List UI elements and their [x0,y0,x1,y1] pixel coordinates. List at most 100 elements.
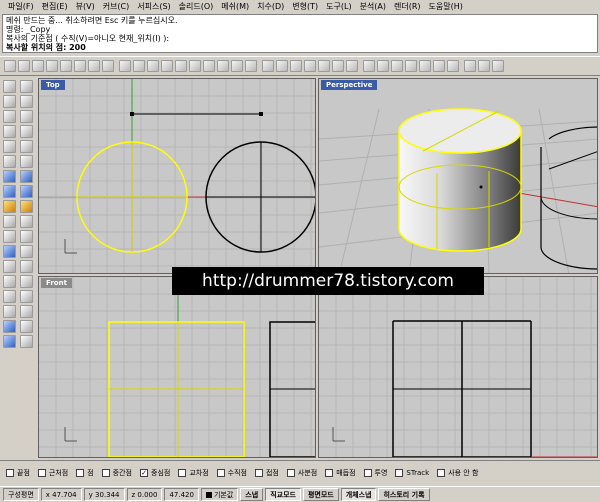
osnap-point[interactable]: 점 [76,468,94,478]
ortho-toggle[interactable]: 직교모드 [265,488,301,501]
zoom-selected-icon[interactable] [217,60,229,72]
select-all-icon[interactable] [262,60,274,72]
viewport-front[interactable]: Front [38,276,316,458]
cut-icon[interactable] [60,60,72,72]
lock-icon[interactable] [332,60,344,72]
zoom-window-icon[interactable] [189,60,201,72]
render-tool-icon[interactable] [3,335,16,348]
ellipse-icon[interactable] [3,155,16,168]
delete-icon[interactable] [102,60,114,72]
osnap-end[interactable]: 끝점 [6,468,30,478]
osnap-checkbox[interactable] [76,468,85,477]
osnap-tangent[interactable]: 접점 [254,468,279,478]
polygon-icon[interactable] [20,155,33,168]
extrude-surface-icon[interactable] [20,170,33,183]
scale-icon[interactable] [20,290,33,303]
mesh-icon[interactable] [3,200,16,213]
planar-toggle[interactable]: 평면모드 [302,488,339,501]
osnap-checkbox[interactable] [178,468,187,477]
array-icon[interactable] [20,305,33,318]
ungroup-icon[interactable] [20,260,33,273]
move-icon[interactable] [20,275,33,288]
osnap-checkbox[interactable] [37,468,46,477]
snap-toggle[interactable]: 스냅 [240,488,264,501]
measure-icon[interactable] [478,60,490,72]
menu-mesh[interactable]: 메쉬(M) [217,0,253,14]
rotate-view-icon[interactable] [161,60,173,72]
viewport-right[interactable] [318,276,598,458]
osnap-checkbox[interactable] [325,468,334,477]
menu-view[interactable]: 뷰(V) [72,0,99,14]
osnap-checkbox[interactable] [363,468,372,477]
freeform-curve-icon[interactable] [20,110,33,123]
arc-icon[interactable] [20,140,33,153]
surface-icon[interactable] [3,170,16,183]
undo-view-icon[interactable] [231,60,243,72]
render-icon[interactable] [405,60,417,72]
rectangle-icon[interactable] [20,125,33,138]
menu-dimension[interactable]: 치수(D) [253,0,288,14]
group-icon[interactable] [3,260,16,273]
osnap-quad[interactable]: 사분점 [286,468,317,478]
menu-tools[interactable]: 도구(L) [322,0,355,14]
analyze-curve-icon[interactable] [20,320,33,333]
four-view-icon[interactable] [245,60,257,72]
menu-transform[interactable]: 변형(T) [288,0,322,14]
explode-icon[interactable] [20,245,33,258]
split-icon[interactable] [3,230,16,243]
shaded-icon[interactable] [377,60,389,72]
menu-file[interactable]: 파일(F) [4,0,38,14]
osnap-toggle[interactable]: 개체스냅 [340,488,377,501]
history-toggle[interactable]: 히스토리 기록 [378,488,430,501]
status-layer[interactable]: 기본값 [200,488,239,501]
cplane-icon[interactable] [290,60,302,72]
pan-icon[interactable] [147,60,159,72]
status-cplane[interactable]: 구성평면 [3,488,39,501]
triangle-icon[interactable] [3,125,16,138]
osnap-project[interactable]: 투영 [363,468,387,478]
mirror-icon[interactable] [3,305,16,318]
menu-edit[interactable]: 편집(E) [38,0,72,14]
osnap-checkbox[interactable] [395,468,404,477]
analyze-icon[interactable] [464,60,476,72]
redo-icon[interactable] [133,60,145,72]
osnap-checkbox[interactable] [6,468,14,477]
grid-icon[interactable] [276,60,288,72]
offset-icon[interactable] [20,215,33,228]
osnap-center[interactable]: ✓ 중심점 [140,468,170,478]
properties-icon[interactable] [346,60,358,72]
viewport-perspective[interactable]: Perspective [318,78,598,274]
viewport-title[interactable]: Top [41,80,65,90]
circle-icon[interactable] [3,140,16,153]
text-icon[interactable] [20,200,33,213]
help-icon[interactable] [492,60,504,72]
dimension-icon[interactable] [3,320,16,333]
sphere-icon[interactable] [20,185,33,198]
osnap-knot[interactable]: 매듭점 [325,468,356,478]
osnap-checkbox[interactable] [286,468,295,477]
hide-icon[interactable] [318,60,330,72]
line-icon[interactable] [3,95,16,108]
osnap-checkbox[interactable] [101,468,110,477]
point-icon[interactable] [20,80,33,93]
osnap-disable[interactable]: 사용 안 함 [437,468,478,478]
open-file-icon[interactable] [18,60,30,72]
polyline-icon[interactable] [20,95,33,108]
join-icon[interactable] [3,245,16,258]
menu-help[interactable]: 도움말(H) [425,0,467,14]
osnap-mid[interactable]: 중간점 [101,468,132,478]
viewport-top[interactable]: Top [38,78,316,274]
save-file-icon[interactable] [32,60,44,72]
osnap-near[interactable]: 근처점 [37,468,68,478]
options-icon[interactable] [447,60,459,72]
menu-analyze[interactable]: 분석(A) [356,0,390,14]
fillet-icon[interactable] [3,215,16,228]
box-icon[interactable] [3,185,16,198]
wireframe-icon[interactable] [363,60,375,72]
layout-icon[interactable] [20,335,33,348]
menu-curve[interactable]: 커브(C) [99,0,134,14]
menu-solid[interactable]: 솔리드(O) [175,0,218,14]
curve-icon[interactable] [3,110,16,123]
viewport-title[interactable]: Perspective [321,80,378,90]
render-preview-icon[interactable] [391,60,403,72]
